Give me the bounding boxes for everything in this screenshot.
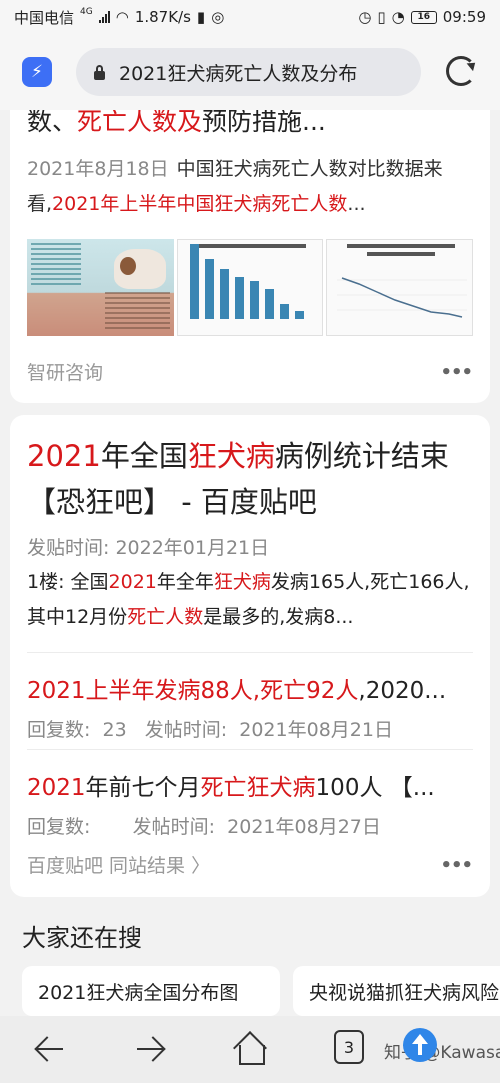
scroll-top-icon[interactable] xyxy=(403,1028,437,1062)
related-search-chip[interactable]: 央视说猫抓狂犬病风险 xyxy=(293,966,500,1016)
snippet-highlight: 狂犬病 xyxy=(213,571,271,593)
sub-result-meta: 回复数: 23 发帖时间: 2021年08月21日 xyxy=(27,719,393,741)
result-snippet: 2021年8月18日 中国狂犬病死亡人数对比数据来看,2021年上半年中国狂犬病死… xyxy=(27,152,477,222)
snippet-text: 是最多的,发病8... xyxy=(203,606,354,628)
clock-label: 09:59 xyxy=(442,8,486,26)
title-text: 年前七个月 xyxy=(85,775,201,801)
signal-icon xyxy=(98,11,110,23)
post-time: 发贴时间: 2022年01月21日 xyxy=(27,537,270,559)
result-snippet: 1楼: 全国2021年全年狂犬病发病165人,死亡166人,其中12月份死亡人数… xyxy=(27,565,477,635)
snippet-text: 年全年 xyxy=(156,571,214,593)
nfc-icon: ◔ xyxy=(391,8,405,26)
result-source[interactable]: 百度贴吧 同站结果 〉 xyxy=(27,851,210,878)
title-text: 年全国 xyxy=(100,439,188,473)
forward-arrow-icon[interactable] xyxy=(133,1032,167,1066)
title-text: 预防措施... xyxy=(202,110,326,136)
result-card-zhiyan[interactable]: 数、死亡人数及预防措施... 2021年8月18日 中国狂犬病死亡人数对比数据来看… xyxy=(10,110,490,403)
url-text: 2021狂犬病死亡人数及分布 xyxy=(119,62,358,85)
browser-toolbar: ⚡ 2021狂犬病死亡人数及分布 xyxy=(0,34,500,110)
more-options-icon[interactable]: ••• xyxy=(440,855,473,876)
reload-icon[interactable] xyxy=(446,56,476,86)
snippet-highlight: 2021年上半年中国狂犬病死亡人数 xyxy=(52,193,348,215)
result-title[interactable]: 数、死亡人数及预防措施... xyxy=(27,110,326,138)
vibrate-icon: ▯ xyxy=(377,8,386,26)
wechat-icon: ◎ xyxy=(211,8,225,26)
notification-icon: ▮ xyxy=(196,8,206,26)
sub-result-meta: 回复数: 发帖时间: 2021年08月27日 xyxy=(27,816,381,838)
related-searches-title: 大家还在搜 xyxy=(22,924,142,952)
death-bar-chart-image[interactable] xyxy=(176,239,324,336)
url-bar[interactable]: 2021狂犬病死亡人数及分布 xyxy=(76,48,421,96)
snippet-text: 1楼: 全国 xyxy=(27,571,109,593)
title-highlight: 死亡狂犬病 xyxy=(200,775,316,801)
snippet-highlight: 2021 xyxy=(108,571,157,593)
zhihu-watermark: 知乎 @Kawasaki xyxy=(384,1043,500,1063)
sub-result-title[interactable]: 2021上半年发病88人,死亡92人,2020... xyxy=(27,671,477,705)
result-date: 2021年8月18日 xyxy=(27,158,169,180)
divider xyxy=(27,749,473,750)
rabies-dog-image[interactable] xyxy=(27,239,174,336)
line-chart-thumbnail xyxy=(337,277,468,318)
result-source[interactable]: 智研咨询 xyxy=(27,358,103,385)
title-text: 数、 xyxy=(27,110,78,136)
net-speed-label: 1.87K/s xyxy=(134,8,191,26)
browser-logo-icon[interactable]: ⚡ xyxy=(22,57,52,87)
title-highlight: 2021 xyxy=(27,439,101,473)
bottom-navbar: 3 知乎 @Kawasaki xyxy=(0,1016,500,1083)
battery-icon: 16 xyxy=(410,10,437,24)
more-options-icon[interactable]: ••• xyxy=(440,362,473,383)
alarm-icon: ◷ xyxy=(358,8,372,26)
title-text: 100人 【... xyxy=(315,775,435,801)
result-images[interactable] xyxy=(27,239,473,336)
snippet-highlight: 死亡人数 xyxy=(127,606,204,628)
status-bar: 中国电信 4G ◠ 1.87K/s ▮ ◎ ◷ ▯ ◔ 16 09:59 xyxy=(0,0,500,34)
carrier-label: 中国电信 xyxy=(14,8,75,27)
thumbnail-bar xyxy=(264,289,274,319)
thumbnail-bar xyxy=(219,269,229,319)
tabs-button[interactable]: 3 xyxy=(334,1030,364,1064)
thumbnail-bar xyxy=(279,304,289,319)
title-highlight: 2021 xyxy=(27,775,86,801)
related-search-chip[interactable]: 2021狂犬病全国分布图 xyxy=(22,966,280,1016)
title-highlight: 死亡人数及 xyxy=(77,110,203,136)
thumbnail-bar xyxy=(294,311,304,319)
sub-result-title[interactable]: 2021年前七个月死亡狂犬病100人 【... xyxy=(27,768,477,802)
network-label: 4G xyxy=(80,7,93,17)
search-results: 数、死亡人数及预防措施... 2021年8月18日 中国狂犬病死亡人数对比数据来看… xyxy=(0,110,500,1016)
title-highlight: 狂犬病 xyxy=(187,439,275,473)
lock-icon xyxy=(94,64,105,80)
result-title[interactable]: 2021年全国狂犬病病例统计结束【恐狂吧】 - 百度贴吧 xyxy=(27,433,477,525)
divider xyxy=(27,652,473,653)
thumbnail-bar xyxy=(234,277,244,319)
snippet-text: ... xyxy=(347,193,366,215)
result-card-tieba[interactable]: 2021年全国狂犬病病例统计结束【恐狂吧】 - 百度贴吧 发贴时间: 2022年… xyxy=(10,415,490,897)
home-icon[interactable] xyxy=(233,1032,267,1066)
back-arrow-icon[interactable] xyxy=(33,1032,67,1066)
thumbnail-bar xyxy=(204,259,214,319)
thumbnail-bar xyxy=(189,244,199,319)
wifi-icon: ◠ xyxy=(115,8,129,26)
title-highlight: 2021上半年发病88人,死亡92人 xyxy=(27,678,359,704)
title-text: ,2020... xyxy=(358,678,447,704)
thumbnail-bar xyxy=(249,281,259,319)
incidence-line-chart-image[interactable] xyxy=(326,239,473,336)
